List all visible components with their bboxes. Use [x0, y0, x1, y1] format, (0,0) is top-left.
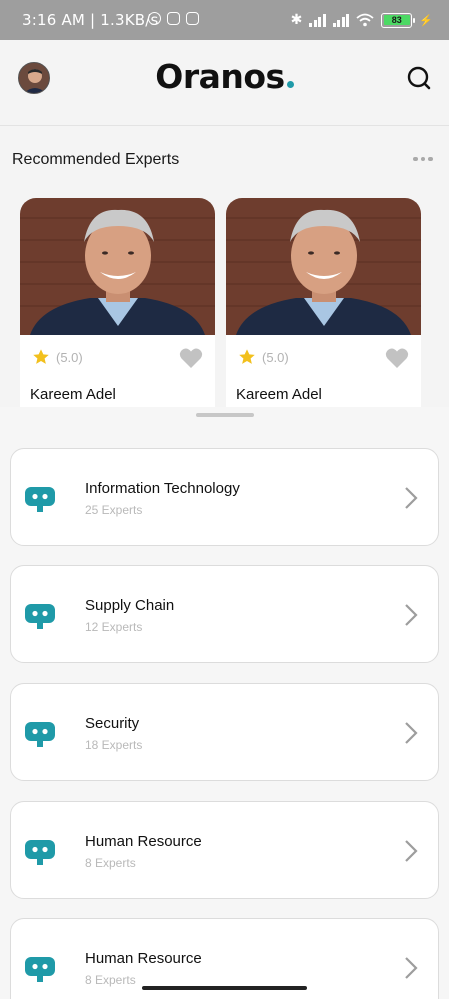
system-icons: ✱ 83 ⚡: [291, 12, 433, 28]
category-item[interactable]: Security 18 Experts: [10, 683, 439, 781]
chevron-right-icon: [405, 840, 418, 862]
chevron-right-icon: [405, 487, 418, 509]
heart-icon[interactable]: [179, 347, 203, 369]
category-name: Human Resource: [85, 950, 202, 967]
signal-icon: [309, 13, 326, 27]
star-icon: [33, 349, 49, 364]
category-name: Human Resource: [85, 833, 202, 850]
app-screen: 3:16 AM | 1.3KB/s ✱ 83 ⚡ Oranos Recommen…: [0, 0, 449, 999]
category-count: 8 Experts: [85, 856, 136, 870]
categories-sheet: Information Technology 25 Experts Supply…: [0, 407, 449, 999]
category-count: 25 Experts: [85, 503, 143, 517]
category-item[interactable]: Human Resource 8 Experts: [10, 801, 439, 899]
brand-name: Oranos: [155, 57, 285, 96]
more-options-icon[interactable]: [413, 152, 433, 166]
instagram-icon: [186, 12, 199, 25]
expert-name: Kareem Adel: [236, 386, 322, 403]
rating-value: (5.0): [56, 349, 83, 365]
chevron-right-icon: [405, 957, 418, 979]
app-header: Oranos: [0, 40, 449, 126]
robot-icon: [25, 840, 55, 865]
category-count: 18 Experts: [85, 738, 143, 752]
category-count: 12 Experts: [85, 620, 143, 634]
battery-level: 83: [383, 15, 410, 25]
drag-handle[interactable]: [196, 413, 254, 417]
charging-icon: ⚡: [419, 14, 433, 27]
category-name: Security: [85, 715, 140, 732]
signal-icon: [332, 13, 350, 27]
section-title: Recommended Experts: [12, 151, 180, 168]
robot-icon: [25, 957, 55, 982]
whatsapp-icon: [148, 12, 161, 25]
robot-icon: [25, 722, 55, 747]
expert-name: Kareem Adel: [30, 386, 116, 403]
category-item[interactable]: Supply Chain 12 Experts: [10, 565, 439, 663]
rating-value: (5.0): [262, 349, 289, 365]
category-count: 8 Experts: [85, 973, 136, 987]
wifi-icon: [356, 13, 374, 27]
home-indicator[interactable]: [142, 986, 307, 990]
bluetooth-icon: ✱: [290, 12, 303, 28]
category-item[interactable]: Information Technology 25 Experts: [10, 448, 439, 546]
category-name: Supply Chain: [85, 597, 175, 614]
brand-dot: [286, 81, 294, 88]
app-notification-icon: [167, 12, 180, 25]
search-icon[interactable]: [406, 65, 432, 91]
robot-icon: [25, 604, 55, 629]
expert-photo: [226, 198, 421, 335]
robot-icon: [25, 487, 55, 512]
heart-icon[interactable]: [385, 347, 409, 369]
rating: (5.0): [32, 348, 83, 366]
status-bar: 3:16 AM | 1.3KB/s ✱ 83 ⚡: [0, 0, 449, 40]
expert-card[interactable]: (5.0) Kareem Adel: [20, 198, 215, 410]
expert-photo: [20, 198, 215, 335]
expert-carousel[interactable]: (5.0) Kareem Adel (5.0) Kareem Adel: [20, 198, 421, 410]
battery-icon: 83: [381, 12, 416, 28]
status-time-speed: 3:16 AM | 1.3KB/s: [22, 11, 159, 29]
chevron-right-icon: [405, 722, 418, 744]
star-icon: [239, 349, 255, 364]
brand-logo: Oranos: [0, 57, 449, 96]
category-name: Information Technology: [85, 480, 240, 497]
rating: (5.0): [238, 348, 289, 366]
chevron-right-icon: [405, 604, 418, 626]
notification-icons: [148, 12, 199, 25]
expert-card[interactable]: (5.0) Kareem Adel: [226, 198, 421, 410]
